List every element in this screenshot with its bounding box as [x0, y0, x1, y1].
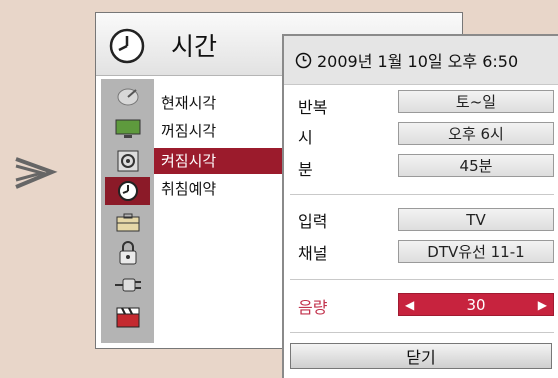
toolbox-icon[interactable]	[105, 209, 150, 237]
clock-icon	[295, 52, 312, 73]
volume-field[interactable]: ◀ 30 ▶	[398, 293, 554, 316]
category-sidebar	[101, 79, 154, 343]
current-datetime: 2009년 1월 10일 오후 6:50	[317, 52, 519, 71]
repeat-label: 반복	[298, 98, 328, 117]
hour-field[interactable]: 오후 6시	[398, 122, 554, 145]
repeat-field[interactable]: 토~일	[398, 90, 554, 113]
speaker-icon[interactable]	[105, 147, 150, 175]
channel-field[interactable]: DTV유선 11-1	[398, 240, 554, 263]
volume-value: 30	[466, 295, 486, 314]
clock-icon	[109, 28, 145, 68]
input-label: 입력	[298, 212, 328, 231]
volume-right-arrow-icon[interactable]: ▶	[538, 298, 547, 312]
menu-item-on-time[interactable]: 켜짐시각	[154, 148, 284, 174]
menu-item-off-time[interactable]: 꺼짐시각	[154, 118, 284, 144]
close-button[interactable]: 닫기	[290, 343, 552, 369]
on-time-popup: 2009년 1월 10일 오후 6:50 반복 토~일 시 오후 6시 분 45…	[282, 34, 558, 378]
hour-label: 시	[298, 128, 313, 147]
satellite-icon[interactable]	[105, 83, 150, 111]
lock-icon[interactable]	[105, 239, 150, 267]
volume-left-arrow-icon[interactable]: ◀	[405, 298, 414, 312]
input-field[interactable]: TV	[398, 208, 554, 231]
minute-label: 분	[298, 160, 313, 179]
channel-label: 채널	[298, 244, 328, 263]
clapperboard-icon[interactable]	[105, 303, 150, 331]
divider	[290, 332, 554, 333]
monitor-icon[interactable]	[105, 115, 150, 143]
divider	[290, 194, 554, 195]
plug-icon[interactable]	[105, 271, 150, 299]
popup-header: 2009년 1월 10일 오후 6:50	[284, 36, 558, 85]
divider	[290, 279, 554, 280]
menu-item-sleep-timer[interactable]: 취침예약	[154, 176, 284, 202]
clock-icon[interactable]	[105, 177, 150, 205]
back-arrow-icon[interactable]	[12, 155, 58, 195]
menu-title: 시간	[171, 32, 218, 61]
menu-item-current-time[interactable]: 현재시각	[154, 90, 284, 116]
minute-field[interactable]: 45분	[398, 154, 554, 177]
volume-label: 음량	[298, 298, 328, 317]
